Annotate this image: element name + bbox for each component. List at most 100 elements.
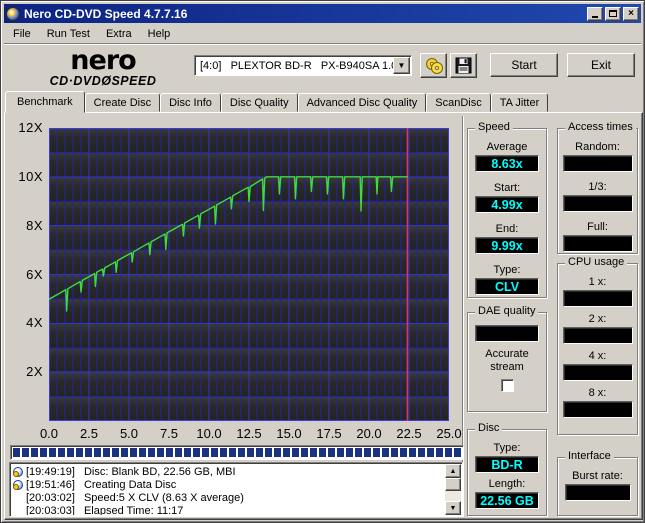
save-button[interactable] — [450, 53, 477, 78]
log-message: Disc: Blank BD, 22.56 GB, MBI — [83, 465, 236, 478]
tab-scandisc[interactable]: ScanDisc — [426, 93, 491, 112]
access-times-group: Access times Random: 1/3: Full: — [557, 121, 638, 254]
minimize-icon — [592, 16, 598, 18]
drive-select[interactable]: [4:0] PLEXTOR BD-R PX-B940SA 1.04 ▼ — [194, 55, 412, 76]
maximize-icon — [609, 10, 617, 17]
lcd-display: 9.99x — [475, 237, 539, 254]
x-axis-tick: 17.5 — [316, 426, 342, 441]
speed-curve-plot — [49, 128, 449, 421]
drive-select-dropdown-button[interactable]: ▼ — [393, 57, 410, 74]
scroll-up-button[interactable]: ▲ — [445, 464, 461, 478]
tab-disc-quality[interactable]: Disc Quality — [220, 93, 298, 112]
lcd-display: BD-R — [475, 456, 539, 473]
scrollbar-thumb[interactable] — [445, 478, 461, 491]
tab-create-disc[interactable]: Create Disc — [84, 93, 161, 112]
disc-group-title: Disc — [475, 422, 503, 434]
field-label: Type: — [493, 442, 521, 454]
log-entry: [19:51:46] Creating Data Disc — [12, 478, 444, 491]
menu-item-help[interactable]: Help — [140, 25, 179, 43]
lcd-field: 1 x: — [558, 276, 637, 307]
lcd-field: Type: CLV — [468, 264, 546, 295]
lcd-field: 1/3: — [558, 181, 637, 212]
minimize-button[interactable] — [587, 6, 603, 21]
app-window: Nero CD-DVD Speed 4.7.7.16 × File Run Tes… — [0, 0, 645, 523]
accurate-stream-label-line1: Accurate — [485, 348, 529, 360]
field-label: Full: — [587, 221, 608, 233]
field-label: End: — [495, 223, 519, 235]
field-label: 4 x: — [588, 350, 607, 362]
speed-group: Speed Average 8.63x Start: 4.99x End: 9.99x Ty… — [467, 121, 547, 298]
close-icon: × — [628, 7, 634, 19]
lcd-display — [562, 235, 633, 252]
lcd-display — [475, 325, 539, 342]
lcd-display: CLV — [475, 278, 539, 295]
lcd-display — [562, 155, 633, 172]
titlebar[interactable]: Nero CD-DVD Speed 4.7.7.16 × — [4, 4, 641, 23]
start-button[interactable]: Start — [490, 53, 558, 77]
nero-logo: nero CD·DVDØSPEED — [35, 47, 171, 88]
x-axis-tick: 22.5 — [396, 426, 422, 441]
log-timestamp: [20:03:03] — [26, 504, 75, 516]
menu-bar: File Run Test Extra Help — [4, 24, 641, 44]
x-axis-tick: 20.0 — [356, 426, 382, 441]
field-label: 1 x: — [588, 276, 607, 288]
accurate-stream-label: Accurate stream — [468, 348, 546, 374]
field-label: Type: — [493, 264, 521, 276]
lcd-display — [562, 401, 633, 418]
lcd-display — [562, 364, 633, 381]
field-label: 8 x: — [588, 387, 607, 399]
x-axis-tick: 25.0 — [436, 426, 462, 441]
lcd-field: Burst rate: — [558, 470, 637, 501]
log-entry: [20:03:02] Speed:5 X CLV (8.63 X average) — [12, 491, 444, 504]
lcd-display — [562, 195, 633, 212]
scroll-down-button[interactable]: ▼ — [445, 501, 461, 515]
accurate-stream-checkbox[interactable] — [500, 379, 514, 392]
log-message: Creating Data Disc — [83, 478, 177, 491]
lcd-field: Average 8.63x — [468, 141, 546, 172]
lcd-display: 4.99x — [475, 196, 539, 213]
maximize-button[interactable] — [605, 6, 621, 21]
close-button[interactable]: × — [623, 6, 639, 21]
field-label: Burst rate: — [572, 470, 623, 482]
y-axis-tick: 4X — [26, 315, 43, 331]
lcd-display — [562, 327, 633, 344]
log-timestamp: [20:03:02] — [26, 491, 75, 504]
dae-quality-field — [468, 325, 546, 342]
exit-button[interactable]: Exit — [567, 53, 635, 77]
tab-advanced-disc-quality[interactable]: Advanced Disc Quality — [297, 93, 427, 112]
tab-benchmark[interactable]: Benchmark — [5, 91, 85, 113]
access-times-group-title: Access times — [565, 121, 636, 133]
menu-item-extra[interactable]: Extra — [98, 25, 140, 43]
field-label: Length: — [488, 478, 526, 490]
cpu-usage-group: CPU usage 1 x: 2 x: 4 x: 8 x: — [557, 256, 638, 435]
y-axis-tick: 2X — [26, 364, 43, 380]
tab-disc-info[interactable]: Disc Info — [160, 93, 221, 112]
drive-select-value: [4:0] PLEXTOR BD-R PX-B940SA 1.04 — [200, 59, 393, 72]
log-scrollbar[interactable]: ▲ ▼ — [445, 464, 461, 515]
floppy-disk-icon — [455, 57, 472, 74]
lcd-field: Length: 22.56 GB — [468, 478, 546, 509]
eject-disc-button[interactable] — [420, 53, 447, 78]
log-list: [19:49:19] Disc: Blank BD, 22.56 GB, MBI[… — [12, 465, 444, 515]
y-axis-tick: 10X — [18, 168, 43, 184]
accurate-stream-label-line2: stream — [490, 361, 524, 373]
menu-item-run-test[interactable]: Run Test — [39, 25, 98, 43]
disc-icon — [13, 479, 23, 490]
lcd-field: 8 x: — [558, 387, 637, 418]
lcd-field: Random: — [558, 141, 637, 172]
cddvdspeed-logo-word: CD·DVDØSPEED — [49, 74, 157, 88]
lcd-field: 4 x: — [558, 350, 637, 381]
tab-ta-jitter[interactable]: TA Jitter — [490, 93, 549, 112]
log-message: Speed:5 X CLV (8.63 X average) — [83, 491, 244, 504]
lcd-field: Start: 4.99x — [468, 182, 546, 213]
app-icon — [6, 6, 20, 21]
window-title: Nero CD-DVD Speed 4.7.7.16 — [24, 6, 188, 21]
nero-logo-word: nero — [70, 45, 136, 76]
menu-item-file[interactable]: File — [5, 25, 39, 43]
x-axis-tick: 12.5 — [236, 426, 262, 441]
x-axis-tick: 7.5 — [159, 426, 179, 441]
dae-quality-group: DAE quality Accurate stream — [467, 305, 547, 412]
field-label: Average — [486, 141, 528, 153]
log-entry: [20:03:03] Elapsed Time: 11:17 — [12, 504, 444, 516]
field-label: 1/3: — [588, 181, 607, 193]
